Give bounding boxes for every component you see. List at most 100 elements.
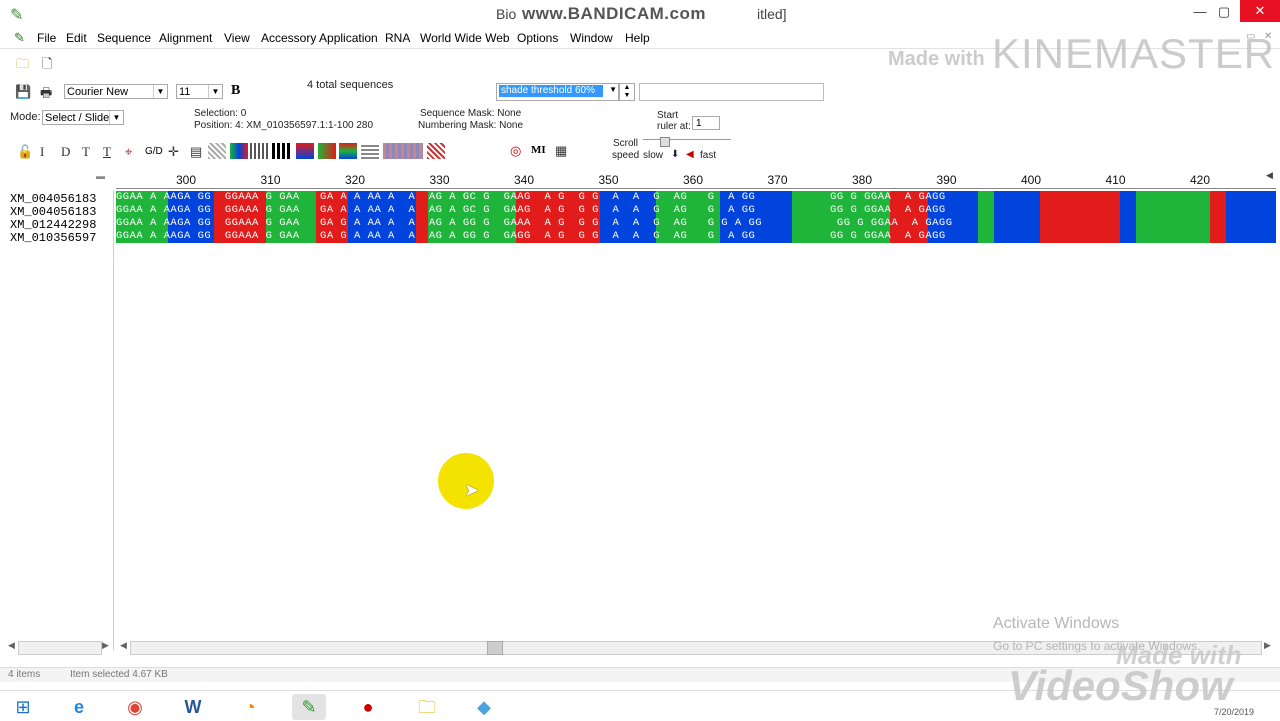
color-block-icon-3[interactable] xyxy=(339,143,357,159)
pattern-icon[interactable] xyxy=(208,143,226,159)
color-block-icon-1[interactable] xyxy=(296,143,314,159)
chevron-down-icon: ▼ xyxy=(153,85,167,98)
sequence-name[interactable]: XM_010356597 xyxy=(10,231,96,245)
ruler-tick-label: 330 xyxy=(429,173,450,187)
firefox-icon[interactable]: ◔ xyxy=(233,694,267,720)
target-icon[interactable]: ◎ xyxy=(510,143,521,159)
scroll-speed-slider[interactable] xyxy=(643,139,731,146)
grid-icon[interactable]: ▦ xyxy=(555,143,567,159)
names-scrollbar[interactable] xyxy=(18,641,102,655)
crosshair-icon[interactable]: ✛ xyxy=(168,144,179,160)
bold-button[interactable]: B xyxy=(231,83,240,99)
close-button[interactable]: ✕ xyxy=(1240,0,1280,22)
bandicam-icon[interactable]: ● xyxy=(351,694,385,720)
font-size-value: 11 xyxy=(179,86,191,98)
scrollbar-thumb[interactable] xyxy=(487,641,503,655)
insert-mode-button[interactable]: I xyxy=(40,144,44,160)
sequence-row[interactable]: GGAA A AAGA GG GGAAA G GAA GA G A AA A A… xyxy=(116,230,1276,243)
color-icon[interactable] xyxy=(230,143,248,159)
slow-label: slow xyxy=(643,150,664,161)
shade-threshold-value: shade threshold 60% xyxy=(499,85,603,97)
mi-button[interactable]: MI xyxy=(531,144,546,156)
total-sequences-label: 4 total sequences xyxy=(307,79,394,91)
names-scroll-right-icon[interactable]: ▶ xyxy=(102,640,109,651)
threshold-text-field[interactable] xyxy=(639,83,824,101)
scroll-right-icon[interactable]: ▶ xyxy=(1264,640,1271,651)
menu-sequence[interactable]: Sequence xyxy=(97,31,151,45)
ruler-tick-label: 300 xyxy=(176,173,197,187)
menu-help[interactable]: Help xyxy=(625,31,650,45)
lock-icon[interactable]: 🔓 xyxy=(17,144,33,160)
menu-world-wide-web[interactable]: World Wide Web xyxy=(420,31,510,45)
names-scroll-left-icon[interactable]: ◀ xyxy=(8,640,15,651)
save-icon[interactable]: 💾 xyxy=(15,84,31,100)
internet-explorer-icon[interactable]: e xyxy=(62,694,96,720)
print-icon[interactable]: 🖶 xyxy=(40,84,52,106)
menu-accessory-application[interactable]: Accessory Application xyxy=(261,31,378,45)
ruler-tick-label: 370 xyxy=(767,173,788,187)
bars-icon[interactable] xyxy=(250,143,268,159)
ruler-scroll-up-icon[interactable]: ▬ xyxy=(96,171,105,181)
position-text: Position: 4: XM_010356597.1:1-100 280 xyxy=(194,120,374,131)
chevron-down-icon: ▼ xyxy=(609,85,617,94)
spin-stepper[interactable]: ▲ ▼ xyxy=(619,83,635,101)
sequence-name[interactable]: XM_012442298 xyxy=(10,218,96,232)
gene-icon[interactable]: ⌖ xyxy=(125,144,132,160)
scroll-speed-thumb[interactable] xyxy=(660,137,670,147)
windows-start-icon[interactable]: ⊞ xyxy=(6,694,40,720)
file-explorer-icon[interactable]: 🗀 xyxy=(410,694,444,720)
ruler-tick-label: 400 xyxy=(1021,173,1042,187)
layout-icon[interactable]: ▤ xyxy=(190,144,202,160)
slow-arrow-icon[interactable]: ⬇ xyxy=(671,149,679,160)
menu-options[interactable]: Options xyxy=(517,31,558,45)
scissors-icon[interactable] xyxy=(427,143,445,159)
ruler-tick-label: 340 xyxy=(514,173,535,187)
fast-arrow-icon[interactable]: ◀ xyxy=(686,149,694,160)
sequence-row[interactable]: GGAA A AAGA GG GGAAA G GAA GA G A AA A A… xyxy=(116,217,1276,230)
lines-icon[interactable] xyxy=(361,143,379,159)
font-size-select[interactable]: 11 ▼ xyxy=(176,84,223,99)
menu-file[interactable]: File xyxy=(37,31,56,45)
menu-edit[interactable]: Edit xyxy=(66,31,87,45)
chrome-icon[interactable]: ◉ xyxy=(118,694,152,720)
text-mode-button[interactable]: T xyxy=(82,144,90,160)
delete-mode-button[interactable]: D xyxy=(61,144,70,160)
font-name-select[interactable]: Courier New ▼ xyxy=(64,84,168,99)
status-items: 4 items xyxy=(8,669,41,680)
ruler-tick-label: 320 xyxy=(345,173,366,187)
sequence-row[interactable]: GGAA A AAGA GG GGAAA G GAA GA A A AA A A… xyxy=(116,204,1276,217)
minimize-button[interactable]: — xyxy=(1188,4,1212,22)
names-divider[interactable] xyxy=(113,190,114,650)
sequence-name[interactable]: XM_004056183 xyxy=(10,192,96,206)
bioedit-icon[interactable]: ✎ xyxy=(292,694,326,720)
menu-alignment[interactable]: Alignment xyxy=(159,31,212,45)
mode-select[interactable]: Select / Slide ▼ xyxy=(42,110,124,125)
ruler-start-input[interactable]: 1 xyxy=(692,116,720,130)
menu-window[interactable]: Window xyxy=(570,31,613,45)
ruler-tick-label: 410 xyxy=(1105,173,1126,187)
ruler-tick-label: 380 xyxy=(852,173,873,187)
shade-threshold-select[interactable]: shade threshold 60% ▼ xyxy=(496,83,619,101)
color-block-icon-2[interactable] xyxy=(318,143,336,159)
text-underline-button[interactable]: T xyxy=(103,144,111,160)
menu-view[interactable]: View xyxy=(224,31,250,45)
ruler-right-arrow-icon[interactable]: ◀ xyxy=(1266,170,1273,181)
notepad-icon[interactable]: ◆ xyxy=(467,694,501,720)
made-with-watermark: Made with xyxy=(888,48,985,70)
seq-tools-icon[interactable] xyxy=(383,143,423,159)
scroll-left-icon[interactable]: ◀ xyxy=(120,640,127,651)
menu-rna[interactable]: RNA xyxy=(385,31,410,45)
activate-windows-title: Activate Windows xyxy=(993,615,1120,632)
chevron-down-icon: ▼ xyxy=(109,111,123,124)
alignment-view[interactable]: GGAA A AAGA GG GGAAA G GAA GA A A AA A A… xyxy=(116,191,1276,243)
open-folder-icon[interactable]: 🗀 xyxy=(16,55,29,77)
speed-label: speed xyxy=(612,150,640,161)
new-document-icon[interactable]: 🗋 xyxy=(42,55,52,77)
gap-toggle-button[interactable]: G/D xyxy=(145,146,163,157)
maximize-button[interactable]: ▢ xyxy=(1212,4,1236,22)
sequence-row[interactable]: GGAA A AAGA GG GGAAA G GAA GA A A AA A A… xyxy=(116,191,1276,204)
word-icon[interactable]: W xyxy=(176,694,210,720)
barcode-icon[interactable] xyxy=(272,143,292,159)
scroll-label: Scroll xyxy=(613,138,639,149)
sequence-name[interactable]: XM_004056183 xyxy=(10,205,96,219)
